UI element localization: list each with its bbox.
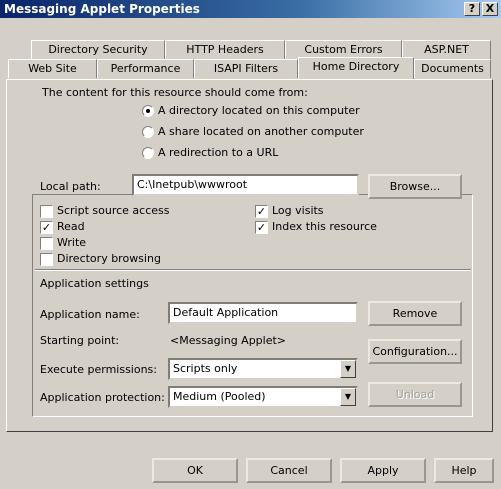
tab-content-panel <box>6 79 493 432</box>
tab-directory-security[interactable]: Directory Security <box>31 40 165 59</box>
window-title: Messaging Applet Properties <box>4 2 200 16</box>
tab-isapi-filters[interactable]: ISAPI Filters <box>194 59 298 78</box>
help-title-button[interactable]: ? <box>464 2 480 16</box>
tab-performance[interactable]: Performance <box>97 59 194 78</box>
cancel-button[interactable]: Cancel <box>246 458 332 483</box>
tab-web-site[interactable]: Web Site <box>8 59 97 78</box>
apply-button[interactable]: Apply <box>340 458 426 483</box>
tab-http-headers[interactable]: HTTP Headers <box>165 40 285 59</box>
help-button[interactable]: Help <box>434 458 494 483</box>
title-bar: Messaging Applet Properties ? X <box>0 0 501 18</box>
tab-home-directory[interactable]: Home Directory <box>298 57 414 79</box>
tab-documents[interactable]: Documents <box>414 59 491 78</box>
close-title-button[interactable]: X <box>482 2 498 16</box>
ok-button[interactable]: OK <box>152 458 238 483</box>
tab-asp-net[interactable]: ASP.NET <box>402 40 491 59</box>
